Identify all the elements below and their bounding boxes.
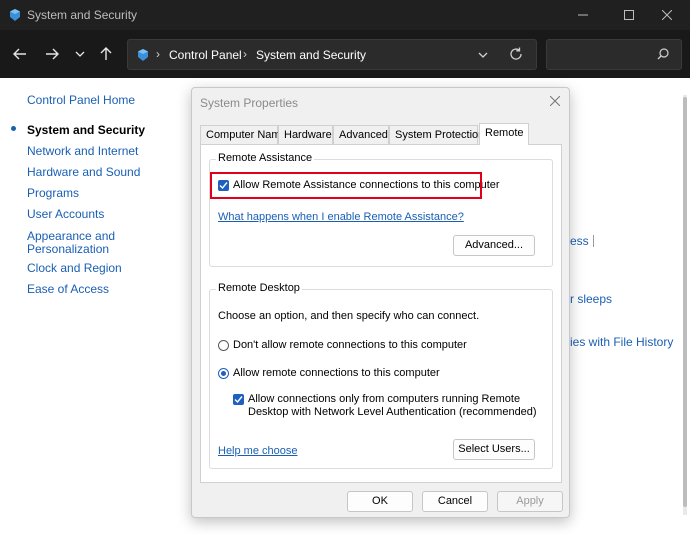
navigation-bar: › Control Panel › System and Security bbox=[0, 30, 690, 78]
sidebar-item-hardware-and-sound[interactable]: Hardware and Sound bbox=[27, 165, 140, 179]
search-input[interactable] bbox=[546, 39, 682, 70]
cancel-button[interactable]: Cancel bbox=[422, 491, 488, 512]
system-properties-dialog: System Properties Computer Name Hardware… bbox=[191, 87, 570, 518]
breadcrumb-system-and-security[interactable]: System and Security bbox=[256, 48, 366, 62]
ok-button[interactable]: OK bbox=[347, 491, 413, 512]
arrow-left-icon bbox=[13, 48, 26, 60]
control-panel-icon bbox=[138, 49, 148, 61]
background-link-partial[interactable]: ies with File History bbox=[570, 335, 673, 349]
sidebar-item-system-and-security[interactable]: System and Security bbox=[27, 123, 145, 137]
breadcrumb-control-panel[interactable]: Control Panel bbox=[169, 48, 242, 62]
address-bar[interactable]: › Control Panel › System and Security bbox=[127, 39, 537, 70]
help-me-choose-link[interactable]: Help me choose bbox=[218, 445, 298, 457]
advanced-button[interactable]: Advanced... bbox=[453, 235, 535, 256]
control-panel-icon bbox=[10, 9, 20, 21]
title-bar: System and Security bbox=[0, 0, 690, 30]
minimize-button[interactable] bbox=[560, 0, 606, 30]
remote-desktop-label: Remote Desktop bbox=[216, 282, 302, 294]
refresh-icon[interactable] bbox=[509, 47, 523, 61]
remote-assistance-label: Remote Assistance bbox=[216, 152, 315, 164]
forward-button[interactable] bbox=[40, 42, 64, 66]
arrow-right-icon bbox=[46, 48, 59, 60]
nla-checkbox[interactable] bbox=[233, 394, 244, 405]
sidebar-item-clock-and-region[interactable]: Clock and Region bbox=[27, 261, 122, 275]
select-users-button[interactable]: Select Users... bbox=[453, 439, 535, 460]
sidebar-item-ease-of-access[interactable]: Ease of Access bbox=[27, 282, 109, 296]
back-button[interactable] bbox=[8, 42, 32, 66]
nla-label-line2[interactable]: Desktop with Network Level Authenticatio… bbox=[248, 406, 537, 418]
background-link-partial[interactable]: ess bbox=[570, 234, 589, 248]
arrow-up-icon bbox=[100, 47, 112, 60]
sidebar-item-personalization[interactable]: Personalization bbox=[27, 242, 109, 256]
sidebar-item-appearance[interactable]: Appearance and bbox=[27, 229, 115, 243]
tab-remote[interactable]: Remote bbox=[479, 123, 529, 145]
remote-desktop-instruction: Choose an option, and then specify who c… bbox=[218, 310, 480, 322]
tab-hardware[interactable]: Hardware bbox=[278, 125, 333, 144]
allow-remote-radio[interactable] bbox=[218, 368, 229, 379]
remote-assistance-help-link[interactable]: What happens when I enable Remote Assist… bbox=[218, 211, 464, 223]
tab-advanced[interactable]: Advanced bbox=[333, 125, 389, 144]
deny-remote-radio[interactable] bbox=[218, 340, 229, 351]
tab-computer-name[interactable]: Computer Name bbox=[200, 125, 287, 144]
chevron-down-icon[interactable] bbox=[478, 48, 488, 62]
chevron-down-icon bbox=[75, 51, 85, 57]
breadcrumb-separator-icon: › bbox=[243, 47, 247, 61]
search-icon bbox=[657, 48, 669, 60]
minimize-icon bbox=[578, 14, 588, 16]
sidebar-item-network-and-internet[interactable]: Network and Internet bbox=[27, 144, 138, 158]
window-title: System and Security bbox=[27, 8, 138, 22]
close-icon[interactable] bbox=[550, 96, 560, 106]
link-divider bbox=[593, 235, 594, 247]
deny-remote-label[interactable]: Don't allow remote connections to this c… bbox=[233, 339, 467, 351]
dialog-title: System Properties bbox=[200, 96, 299, 110]
checkmark-icon bbox=[234, 396, 243, 404]
sidebar-item-programs[interactable]: Programs bbox=[27, 186, 79, 200]
apply-button[interactable]: Apply bbox=[497, 491, 563, 512]
maximize-icon bbox=[624, 10, 634, 20]
close-icon bbox=[662, 10, 672, 20]
recent-locations-button[interactable] bbox=[68, 42, 92, 66]
remote-tab-panel: Remote Assistance Allow Remote Assistanc… bbox=[200, 144, 562, 483]
sidebar-item-user-accounts[interactable]: User Accounts bbox=[27, 207, 104, 221]
highlight-box bbox=[210, 172, 482, 199]
control-panel-home-link[interactable]: Control Panel Home bbox=[27, 93, 135, 107]
up-button[interactable] bbox=[94, 42, 118, 66]
active-bullet-icon bbox=[11, 126, 16, 131]
breadcrumb-separator-icon: › bbox=[156, 47, 160, 61]
background-link-partial[interactable]: r sleeps bbox=[570, 292, 612, 306]
nla-label-line1[interactable]: Allow connections only from computers ru… bbox=[248, 393, 520, 405]
scrollbar-thumb[interactable] bbox=[683, 97, 687, 507]
close-window-button[interactable] bbox=[644, 0, 690, 30]
allow-remote-label[interactable]: Allow remote connections to this compute… bbox=[233, 367, 440, 379]
tab-system-protection[interactable]: System Protection bbox=[389, 125, 484, 144]
vertical-scrollbar[interactable] bbox=[683, 95, 687, 515]
